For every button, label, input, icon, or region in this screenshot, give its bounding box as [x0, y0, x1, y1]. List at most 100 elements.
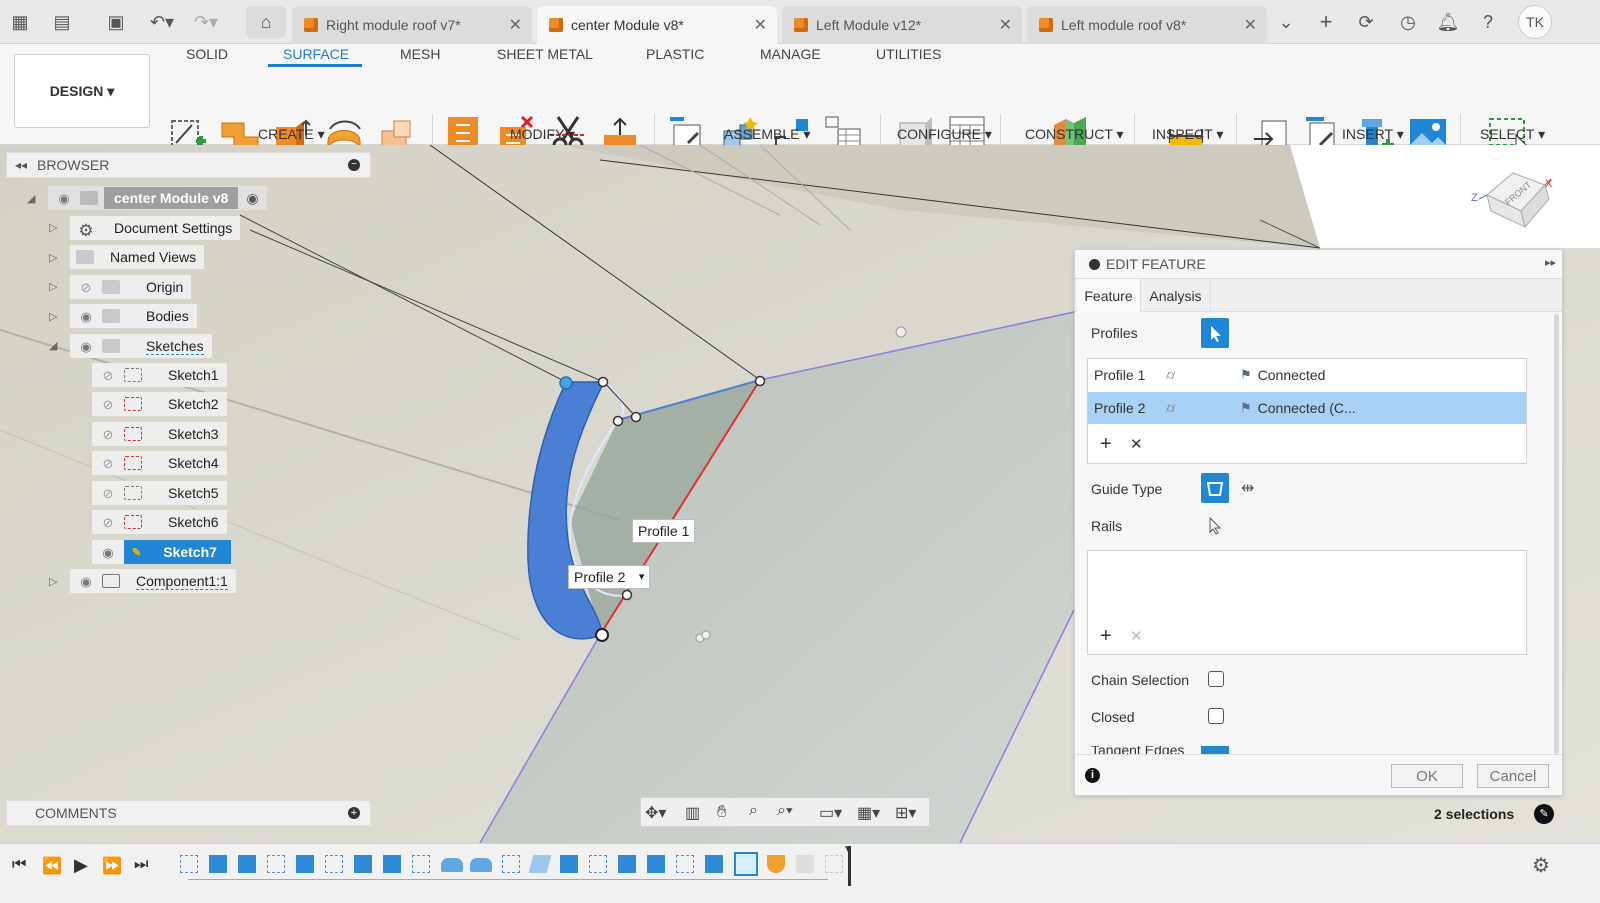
profile-row[interactable]: Profile 1 ⌭ ⚑ Connected: [1088, 359, 1526, 391]
close-icon[interactable]: ✕: [509, 15, 522, 35]
profile-continuity[interactable]: Connected (C...: [1258, 400, 1356, 416]
expand-triangle-icon[interactable]: ▷: [49, 221, 57, 234]
browser-item-bodies[interactable]: ◉ Bodies: [70, 304, 197, 328]
info-icon[interactable]: i: [1085, 768, 1100, 783]
tab-solid[interactable]: SOLID: [186, 46, 228, 62]
timeline-marker-head-icon[interactable]: ▼: [843, 844, 853, 855]
remove-rail-icon[interactable]: ✕: [1130, 627, 1143, 645]
tab-mesh[interactable]: MESH: [400, 46, 440, 62]
profile-1-tag[interactable]: Profile 1: [632, 519, 696, 543]
comments-panel-header[interactable]: COMMENTS +: [6, 800, 371, 826]
timeline-next-icon[interactable]: ⏩: [102, 856, 122, 876]
profile-row-selected[interactable]: Profile 2 ⌭ ⚑ Connected (C...: [1088, 392, 1526, 424]
browser-item-sketch6[interactable]: ⊘ Sketch6: [92, 510, 227, 534]
browser-item-sketch5[interactable]: ⊘ Sketch5: [92, 481, 227, 505]
timeline-last-icon[interactable]: ⏭: [134, 856, 148, 874]
inspect-menu[interactable]: INSPECT ▾: [1152, 126, 1223, 143]
add-rail-icon[interactable]: +: [1100, 625, 1112, 648]
look-at-icon[interactable]: ▥: [685, 803, 700, 823]
clock-icon[interactable]: ◷: [1396, 10, 1420, 34]
timeline-revolve-icon[interactable]: [441, 858, 463, 872]
assemble-menu[interactable]: ASSEMBLE ▾: [724, 126, 810, 143]
doc-tab-left-module-roof[interactable]: Left module roof v8* ✕: [1027, 6, 1267, 44]
guide-type-centerline-icon[interactable]: ⇹: [1241, 478, 1254, 498]
timeline-sketch-icon[interactable]: [676, 855, 694, 873]
profiles-select-button[interactable]: [1201, 318, 1229, 348]
collapse-icon[interactable]: ◂◂: [15, 158, 27, 172]
timeline-sketch-icon[interactable]: [180, 855, 198, 873]
continuity-flag-icon[interactable]: ⚑: [1240, 400, 1252, 416]
timeline-extrude-icon[interactable]: [354, 855, 372, 873]
eye-hidden-icon[interactable]: ⊘: [98, 397, 118, 412]
tab-surface[interactable]: SURFACE: [283, 46, 349, 62]
add-comment-icon[interactable]: +: [348, 807, 360, 819]
browser-item-named-views[interactable]: Named Views: [70, 245, 205, 269]
timeline-first-icon[interactable]: ⏮: [12, 856, 26, 874]
browser-panel-header[interactable]: ◂◂ BROWSER −: [6, 152, 371, 178]
dialog-header[interactable]: EDIT FEATURE ▸▸: [1075, 250, 1562, 278]
closed-checkbox[interactable]: [1208, 708, 1224, 724]
browser-item-origin[interactable]: ⊘ Origin: [70, 275, 192, 299]
timeline-revolve-icon[interactable]: [470, 858, 492, 872]
profile-2-tag[interactable]: Profile 2 ▾: [568, 565, 651, 589]
timeline-sketch-icon[interactable]: [589, 855, 607, 873]
eye-hidden-icon[interactable]: ⊘: [76, 280, 96, 295]
selection-filter-icon[interactable]: ✎: [1534, 804, 1554, 824]
tab-plastic[interactable]: PLASTIC: [646, 46, 704, 62]
chevron-down-icon[interactable]: ⌄: [1274, 10, 1298, 34]
expand-triangle-icon[interactable]: ▷: [49, 310, 57, 323]
collapse-triangle-icon[interactable]: ◢: [27, 192, 35, 205]
continuity-flag-icon[interactable]: ⚑: [1240, 367, 1252, 383]
remove-profile-icon[interactable]: ✕: [1130, 435, 1143, 453]
timeline-settings-gear-icon[interactable]: ⚙: [1532, 853, 1550, 878]
eye-hidden-icon[interactable]: ⊘: [98, 456, 118, 471]
dialog-scrollbar[interactable]: [1554, 314, 1559, 754]
browser-item-document-settings[interactable]: ⚙ Document Settings: [70, 216, 241, 240]
chevron-down-icon[interactable]: ▾: [639, 570, 645, 583]
viewports-icon[interactable]: ⊞▾: [895, 803, 916, 823]
bell-icon[interactable]: 🔔︎: [1436, 10, 1460, 34]
collapse-triangle-icon[interactable]: ◢: [49, 339, 57, 352]
configure-menu[interactable]: CONFIGURE ▾: [897, 126, 992, 143]
eye-icon[interactable]: ◉: [76, 309, 96, 324]
eye-hidden-icon[interactable]: ⊘: [98, 486, 118, 501]
expand-triangle-icon[interactable]: ▷: [49, 251, 57, 264]
doc-tab-left-module[interactable]: Left Module v12* ✕: [782, 6, 1022, 44]
timeline-loft-surface-icon[interactable]: [767, 855, 785, 873]
timeline-extrude-icon[interactable]: [383, 855, 401, 873]
timeline-suppressed-icon[interactable]: [796, 855, 814, 873]
file-icon[interactable]: ▤: [50, 10, 74, 34]
doc-tab-center-module[interactable]: center Module v8* ✕: [537, 6, 777, 44]
expand-triangle-icon[interactable]: ▷: [49, 280, 57, 293]
tab-utilities[interactable]: UTILITIES: [876, 46, 941, 62]
redo-icon[interactable]: ↷▾: [190, 10, 222, 34]
timeline-play-icon[interactable]: ▶: [74, 855, 88, 876]
tab-feature[interactable]: Feature: [1077, 279, 1141, 313]
pan-hand-icon[interactable]: ✋︎: [717, 802, 727, 822]
select-menu[interactable]: SELECT ▾: [1480, 126, 1545, 143]
orbit-icon[interactable]: ✥▾: [645, 803, 666, 823]
ok-button[interactable]: OK: [1391, 764, 1463, 788]
guide-type-rails-button[interactable]: [1201, 473, 1229, 503]
zoom-window-icon[interactable]: ⌕▾: [777, 802, 793, 820]
close-icon[interactable]: ✕: [754, 15, 767, 35]
close-icon[interactable]: ✕: [999, 15, 1012, 35]
construct-menu[interactable]: CONSTRUCT ▾: [1025, 126, 1124, 143]
eye-hidden-icon[interactable]: ⊘: [98, 427, 118, 442]
chain-selection-checkbox[interactable]: [1208, 671, 1224, 687]
timeline-sketch-icon[interactable]: [267, 855, 285, 873]
expand-triangle-icon[interactable]: ▷: [49, 575, 57, 588]
eye-icon[interactable]: ◉: [98, 545, 118, 560]
timeline-extrude-icon[interactable]: [618, 855, 636, 873]
timeline-loft-icon[interactable]: [528, 855, 552, 873]
user-avatar[interactable]: TK: [1518, 5, 1552, 39]
timeline-extrude-icon[interactable]: [560, 855, 578, 873]
timeline-sketch-selected-icon[interactable]: [734, 852, 758, 876]
tab-analysis[interactable]: Analysis: [1141, 279, 1211, 313]
timeline-sketch-icon[interactable]: [325, 855, 343, 873]
insert-menu[interactable]: INSERT ▾: [1342, 126, 1404, 143]
home-icon[interactable]: ⌂: [246, 6, 286, 38]
new-tab-icon[interactable]: +: [1314, 10, 1338, 34]
tab-manage[interactable]: MANAGE: [760, 46, 821, 62]
view-cube[interactable]: FRONT Z X: [1465, 165, 1555, 235]
